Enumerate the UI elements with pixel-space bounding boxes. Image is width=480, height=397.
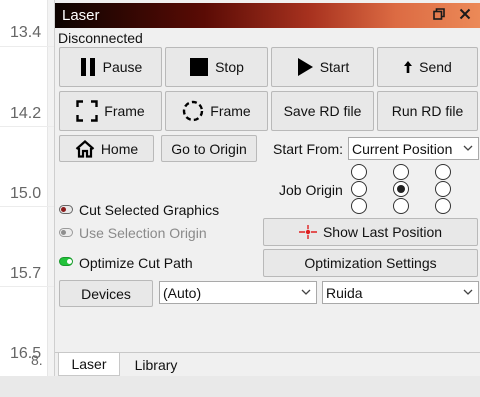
chevron-down-icon bbox=[463, 285, 473, 299]
frame-rectangle-icon bbox=[76, 100, 98, 122]
ruler-tick: 14.2 bbox=[10, 105, 42, 122]
show-last-position-button[interactable]: Show Last Position bbox=[263, 218, 478, 246]
pause-label: Pause bbox=[102, 59, 143, 75]
chevron-down-icon bbox=[463, 141, 473, 155]
use-selection-origin-label: Use Selection Origin bbox=[79, 225, 207, 241]
show-last-position-label: Show Last Position bbox=[322, 224, 443, 240]
controller-select[interactable]: Ruida bbox=[322, 281, 479, 304]
frame-rect-button[interactable]: Frame bbox=[59, 91, 162, 131]
frame-label: Frame bbox=[104, 103, 145, 119]
close-icon[interactable] bbox=[457, 7, 473, 23]
optimize-cut-path-toggle[interactable] bbox=[59, 257, 73, 266]
go-to-origin-label: Go to Origin bbox=[171, 140, 247, 157]
job-origin-center[interactable] bbox=[393, 181, 409, 197]
panel-titlebar[interactable]: Laser bbox=[55, 3, 480, 28]
grid-line bbox=[0, 46, 54, 47]
panel-tabs: Laser Library bbox=[55, 352, 480, 376]
job-origin-middle-left[interactable] bbox=[351, 181, 367, 197]
stop-icon bbox=[189, 57, 209, 77]
toggle-knob bbox=[61, 207, 66, 212]
start-from-label: Start From: bbox=[273, 141, 344, 157]
float-window-icon[interactable] bbox=[431, 7, 447, 23]
job-origin-top-right[interactable] bbox=[435, 164, 451, 180]
go-to-origin-button[interactable]: Go to Origin bbox=[161, 135, 257, 162]
job-origin-label: Job Origin bbox=[279, 182, 343, 198]
home-button[interactable]: Home bbox=[59, 135, 154, 162]
job-origin-top-center[interactable] bbox=[393, 164, 409, 180]
run-rd-file-label: Run RD file bbox=[391, 103, 464, 119]
controller-value: Ruida bbox=[326, 284, 363, 301]
job-origin-bottom-right[interactable] bbox=[435, 198, 451, 214]
optimization-settings-label: Optimization Settings bbox=[304, 255, 437, 271]
optimize-cut-path-label: Optimize Cut Path bbox=[79, 255, 193, 271]
stop-button[interactable]: Stop bbox=[165, 47, 268, 87]
ruler-tick: 15.0 bbox=[10, 185, 42, 202]
port-value: (Auto) bbox=[163, 284, 202, 301]
panel-title: Laser bbox=[62, 7, 100, 24]
grid-line bbox=[0, 206, 54, 207]
start-button[interactable]: Start bbox=[271, 47, 374, 87]
job-origin-top-left[interactable] bbox=[351, 164, 367, 180]
cut-selected-graphics-label: Cut Selected Graphics bbox=[79, 202, 220, 218]
pause-button[interactable]: Pause bbox=[59, 47, 162, 87]
ruler-tick: 8. bbox=[31, 352, 43, 368]
save-rd-file-button[interactable]: Save RD file bbox=[271, 91, 374, 131]
ruler-tick: 13.4 bbox=[10, 24, 42, 41]
frame-label: Frame bbox=[210, 103, 251, 119]
home-icon bbox=[75, 139, 95, 158]
upload-arrow-icon bbox=[403, 60, 413, 74]
job-origin-bottom-center[interactable] bbox=[393, 198, 409, 214]
pause-icon bbox=[79, 57, 97, 77]
job-origin-middle-right[interactable] bbox=[435, 181, 451, 197]
start-label: Start bbox=[319, 59, 350, 75]
send-button[interactable]: Send bbox=[377, 47, 478, 87]
tab-label: Laser bbox=[71, 356, 107, 372]
ruler-tick: 15.7 bbox=[10, 265, 42, 282]
toggle-knob bbox=[61, 230, 66, 235]
start-from-select[interactable]: Current Position bbox=[348, 137, 479, 160]
optimization-settings-button[interactable]: Optimization Settings bbox=[263, 249, 478, 277]
status-bar bbox=[0, 376, 480, 397]
tab-laser[interactable]: Laser bbox=[58, 353, 120, 376]
connection-status: Disconnected bbox=[58, 30, 143, 46]
devices-button[interactable]: Devices bbox=[59, 280, 153, 307]
use-selection-origin-toggle[interactable] bbox=[59, 228, 73, 237]
chevron-down-icon bbox=[301, 285, 311, 299]
home-label: Home bbox=[100, 140, 139, 157]
cut-selected-graphics-toggle[interactable] bbox=[59, 205, 73, 214]
laser-panel: Laser Disconnected Pause Stop Start Send bbox=[54, 0, 480, 397]
start-from-value: Current Position bbox=[352, 140, 453, 157]
devices-label: Devices bbox=[81, 285, 131, 302]
grid-line bbox=[0, 126, 54, 127]
send-label: Send bbox=[419, 59, 452, 75]
tab-library[interactable]: Library bbox=[121, 353, 191, 376]
run-rd-file-button[interactable]: Run RD file bbox=[377, 91, 478, 131]
job-origin-bottom-left[interactable] bbox=[351, 198, 367, 214]
frame-circle-icon bbox=[182, 100, 204, 122]
toggle-knob bbox=[67, 259, 72, 264]
frame-rubberband-button[interactable]: Frame bbox=[165, 91, 268, 131]
port-select[interactable]: (Auto) bbox=[159, 281, 317, 304]
stop-label: Stop bbox=[215, 59, 244, 75]
save-rd-file-label: Save RD file bbox=[283, 103, 362, 119]
crosshair-icon bbox=[298, 225, 317, 239]
grid-line bbox=[0, 286, 54, 287]
tab-label: Library bbox=[134, 356, 178, 373]
vertical-ruler: 13.4 14.2 15.0 15.7 16.5 8. bbox=[0, 0, 48, 397]
play-icon bbox=[296, 57, 314, 77]
